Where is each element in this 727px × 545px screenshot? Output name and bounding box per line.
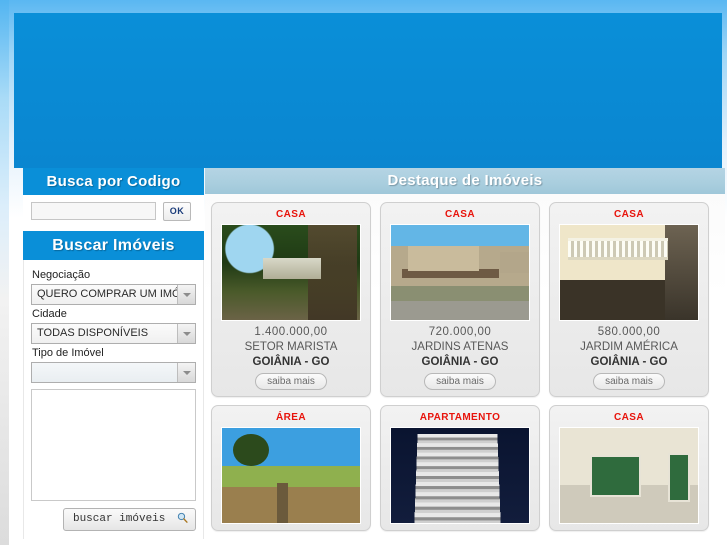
page-left-edge xyxy=(0,0,9,545)
buscar-imoveis-button[interactable]: buscar imóveis xyxy=(62,508,196,531)
property-photo xyxy=(559,427,699,524)
property-type-badge: CASA xyxy=(614,412,644,423)
property-card[interactable]: CASA xyxy=(549,405,709,531)
property-city: GOIÂNIA - GO xyxy=(421,356,499,368)
property-type-badge: CASA xyxy=(276,209,306,220)
cidade-label: Cidade xyxy=(32,308,67,320)
busca-por-codigo-body: OK xyxy=(23,195,204,231)
chevron-down-icon xyxy=(177,324,195,343)
cidade-select-value: TODAS DISPONÍVEIS xyxy=(37,327,149,339)
negociacao-label: Negociação xyxy=(32,269,91,281)
tipo-imovel-select[interactable] xyxy=(31,362,196,383)
property-photo xyxy=(390,427,530,524)
search-submit-row: buscar imóveis xyxy=(31,501,196,531)
cidade-select[interactable]: TODAS DISPONÍVEIS xyxy=(31,323,196,344)
property-card[interactable]: CASA 720.000,00 JARDINS ATENAS GOIÂNIA -… xyxy=(380,202,540,397)
property-photo xyxy=(559,224,699,321)
property-card[interactable]: ÁREA xyxy=(211,405,371,531)
site-wrapper: Busca por Codigo OK Buscar Imóveis Negoc… xyxy=(9,0,727,545)
page-root: Busca por Codigo OK Buscar Imóveis Negoc… xyxy=(0,0,727,545)
saiba-mais-button[interactable]: saiba mais xyxy=(424,373,496,390)
property-city: GOIÂNIA - GO xyxy=(252,356,330,368)
site-banner xyxy=(14,13,722,168)
buscar-imoveis-button-label: buscar imóveis xyxy=(72,513,166,525)
property-neighborhood: JARDINS ATENAS xyxy=(411,341,509,353)
property-neighborhood: SETOR MARISTA xyxy=(244,341,338,353)
chevron-down-icon xyxy=(177,285,195,304)
property-type-badge: CASA xyxy=(614,209,644,220)
property-card[interactable]: CASA 1.400.000,00 SETOR MARISTA GOIÂNIA … xyxy=(211,202,371,397)
property-price: 580.000,00 xyxy=(597,326,661,338)
chevron-down-icon xyxy=(177,363,195,382)
property-photo xyxy=(390,224,530,321)
main-content: Destaque de Imóveis CASA 1.400.000,00 SE… xyxy=(205,168,725,539)
destaque-de-imoveis-heading: Destaque de Imóveis xyxy=(205,168,725,194)
codigo-ok-button[interactable]: OK xyxy=(163,202,191,221)
property-city: GOIÂNIA - GO xyxy=(590,356,668,368)
busca-por-codigo-title: Busca por Codigo xyxy=(23,168,204,195)
property-cards-area: CASA 1.400.000,00 SETOR MARISTA GOIÂNIA … xyxy=(205,194,725,531)
property-type-badge: ÁREA xyxy=(276,412,306,423)
property-photo xyxy=(221,427,361,524)
tipo-imovel-label: Tipo de Imóvel xyxy=(32,347,104,359)
property-card-row-1: CASA 1.400.000,00 SETOR MARISTA GOIÂNIA … xyxy=(211,202,721,397)
sidebar: Busca por Codigo OK Buscar Imóveis Negoc… xyxy=(23,168,204,539)
magnifier-icon xyxy=(177,512,188,527)
property-price: 1.400.000,00 xyxy=(254,326,328,338)
negociacao-select[interactable]: QUERO COMPRAR UM IMÓVEL xyxy=(31,284,196,305)
property-card[interactable]: APARTAMENTO xyxy=(380,405,540,531)
buscar-imoveis-form: Negociação QUERO COMPRAR UM IMÓVEL Cidad… xyxy=(23,260,204,539)
saiba-mais-button[interactable]: saiba mais xyxy=(255,373,327,390)
property-card-row-2: ÁREA APARTAMENTO CASA xyxy=(211,405,721,531)
property-card[interactable]: CASA 580.000,00 JARDIM AMÉRICA GOIÂNIA -… xyxy=(549,202,709,397)
saiba-mais-button[interactable]: saiba mais xyxy=(593,373,665,390)
property-price: 720.000,00 xyxy=(428,326,492,338)
property-photo xyxy=(221,224,361,321)
buscar-imoveis-title: Buscar Imóveis xyxy=(23,231,204,260)
negociacao-select-value: QUERO COMPRAR UM IMÓVEL xyxy=(37,288,196,300)
codigo-input[interactable] xyxy=(31,202,156,220)
property-type-badge: CASA xyxy=(445,209,475,220)
property-type-badge: APARTAMENTO xyxy=(419,412,501,423)
property-neighborhood: JARDIM AMÉRICA xyxy=(580,341,678,353)
search-results-box xyxy=(31,389,196,501)
